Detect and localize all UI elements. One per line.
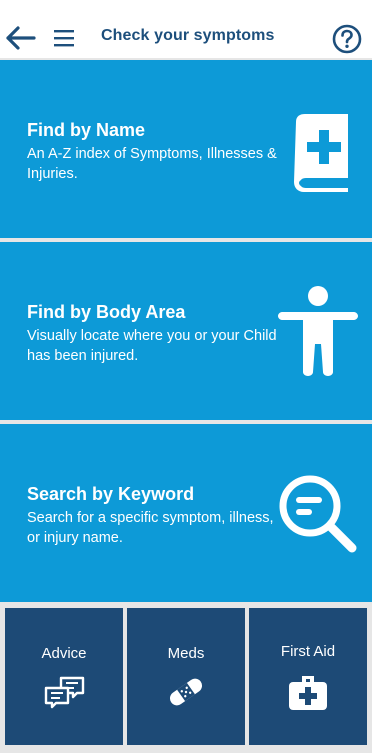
tile-label: First Aid — [280, 643, 336, 660]
help-circle-icon — [332, 24, 362, 54]
meds-tile[interactable]: Meds — [127, 608, 245, 745]
help-button[interactable] — [331, 23, 363, 55]
hamburger-menu-icon — [54, 30, 74, 47]
first-aid-tile[interactable]: First Aid — [249, 608, 367, 745]
body-figure-icon — [278, 286, 358, 376]
find-by-body-area-card[interactable]: Find by Body Area Visually locate where … — [0, 242, 372, 420]
arrow-left-icon — [6, 26, 36, 50]
tile-label: Advice — [41, 645, 87, 662]
search-by-keyword-card[interactable]: Search by Keyword Search for a specific … — [0, 424, 372, 602]
bandage-icon — [169, 678, 203, 706]
tile-label: Meds — [167, 645, 205, 662]
menu-button[interactable] — [53, 27, 75, 49]
back-button[interactable] — [5, 24, 37, 52]
app-header: Check your symptoms — [0, 0, 372, 58]
card-description: Search for a specific symptom, illness, … — [27, 510, 274, 546]
find-by-name-card[interactable]: Find by Name An A-Z index of Symptoms, I… — [0, 60, 372, 238]
card-description: An A-Z index of Symptoms, Illnesses & In… — [27, 146, 277, 182]
first-aid-kit-icon — [289, 676, 327, 710]
card-title: Find by Body Area — [27, 302, 186, 322]
chat-bubbles-icon — [44, 676, 85, 709]
advice-tile[interactable]: Advice — [5, 608, 123, 745]
medical-book-icon — [294, 114, 348, 192]
card-title: Find by Name — [27, 120, 146, 140]
magnifier-icon — [279, 475, 357, 553]
card-title: Search by Keyword — [27, 484, 195, 504]
card-description: Visually locate where you or your Child … — [27, 328, 277, 364]
page-title: Check your symptoms — [101, 27, 275, 44]
